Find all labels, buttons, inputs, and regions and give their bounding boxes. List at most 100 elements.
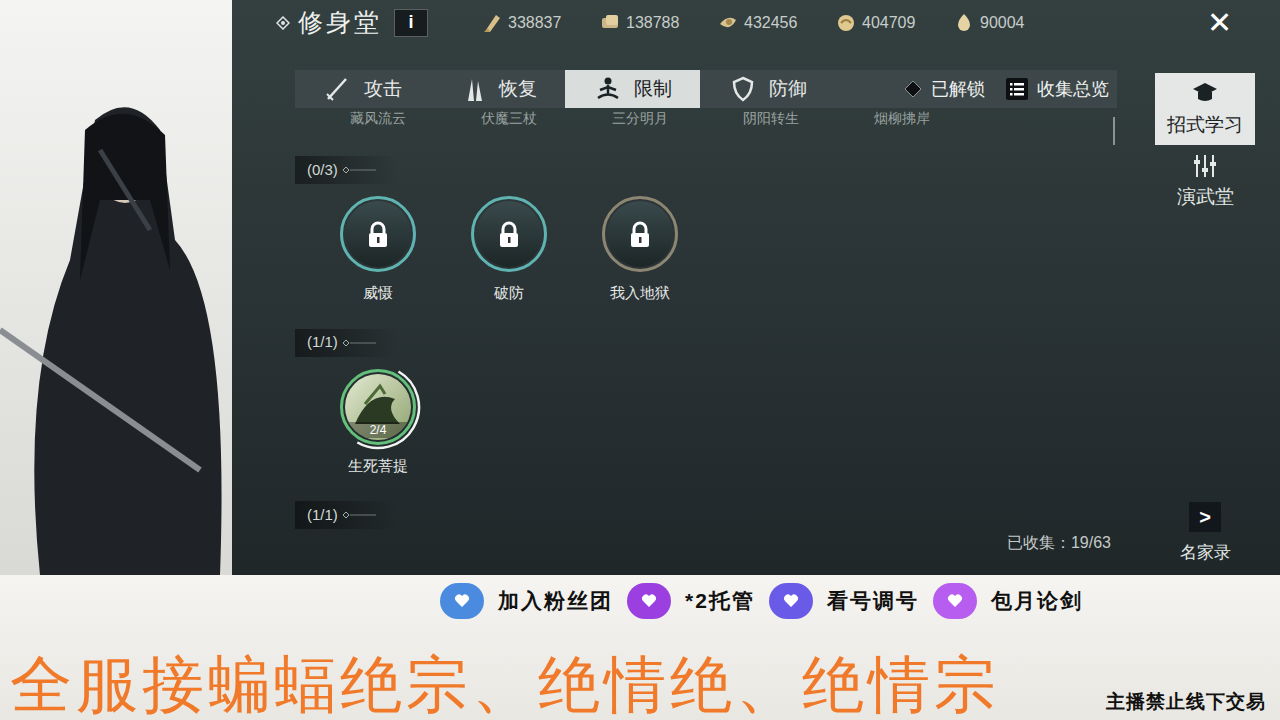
next-button[interactable]: > <box>1189 502 1221 532</box>
currency-item: 338837 <box>482 11 600 35</box>
currency-icon <box>954 12 976 34</box>
category-tab[interactable]: 恢复 <box>430 70 565 108</box>
overlay-badge-icon <box>769 583 813 619</box>
side-nav-label: 招式学习 <box>1167 111 1243 140</box>
overlay-button[interactable]: 看号调号 <box>769 583 919 619</box>
filter-button[interactable]: 已解锁 <box>903 76 985 103</box>
side-nav-item[interactable]: 演武堂 <box>1155 145 1255 217</box>
currency-icon <box>600 12 622 34</box>
tab-icon <box>459 75 487 103</box>
overlay-button[interactable]: 加入粉丝团 <box>440 583 613 619</box>
lock-icon <box>624 218 656 250</box>
tab-icon <box>729 75 757 103</box>
overlay-badge-icon <box>933 583 977 619</box>
skill-icon <box>607 201 673 267</box>
divider-icon <box>342 166 378 174</box>
overlay-button-label: 加入粉丝团 <box>498 585 613 617</box>
skill-item[interactable]: 2/4生死菩提 <box>328 369 428 478</box>
title-group: 修身堂 i <box>276 9 482 37</box>
divider-icon <box>342 511 378 519</box>
skill-item[interactable]: 我入地狱 <box>590 196 690 305</box>
heart-icon <box>782 592 800 610</box>
skill-icon <box>476 201 542 267</box>
group-count: (0/3) <box>307 159 338 182</box>
overlay-badge-icon <box>440 583 484 619</box>
tab-bar: 攻击 恢复限制防御 已解锁 收集总览 <box>295 70 1117 108</box>
diamond-icon <box>276 16 290 30</box>
category-tab[interactable]: 防御 <box>700 70 835 108</box>
overlay-button[interactable]: 包月论剑 <box>933 583 1083 619</box>
skill-icon: 2/4 <box>345 374 411 440</box>
scholar-hat-icon <box>1189 79 1221 109</box>
currency-icon <box>482 12 504 34</box>
info-button[interactable]: i <box>394 9 428 37</box>
skill-name: 烟柳拂岸 <box>852 110 952 126</box>
sliders-icon <box>1189 151 1221 181</box>
filter-button[interactable]: 收集总览 <box>1005 76 1109 103</box>
stream-overlay: 加入粉丝团 *2托管 看号调号包月论剑全服接蝙蝠绝宗、绝情绝、绝情宗主播禁止线下交易 <box>0 575 1280 720</box>
overlay-button[interactable]: *2托管 <box>627 583 755 619</box>
tab-icon <box>594 75 622 103</box>
tab-label: 恢复 <box>499 75 537 104</box>
group-count: (1/1) <box>307 504 338 527</box>
tab-icon <box>324 75 352 103</box>
side-nav-item[interactable]: 招式学习 <box>1155 73 1255 145</box>
skill-icon-frame[interactable]: 2/4 <box>340 369 416 445</box>
skill-progress: 2/4 <box>345 422 411 438</box>
overlay-badge-icon <box>627 583 671 619</box>
top-area: 修身堂 i 338837 138788 432456 404709 90004 ✕ 攻击 恢复限… <box>0 0 1280 575</box>
category-tab[interactable]: 攻击 <box>295 70 430 108</box>
currency-item: 138788 <box>600 11 718 35</box>
top-bar: 修身堂 i 338837 138788 432456 404709 90004 ✕ <box>232 0 1280 45</box>
main-content: 攻击恢复限制防御已解锁收集总览藏风流云伏魔三杖三分明月阴阳转生烟柳拂岸(0/3)… <box>232 45 1117 575</box>
skill-row: 2/4生死菩提 <box>295 369 1117 478</box>
skill-item[interactable]: 破防 <box>459 196 559 305</box>
group-count: (1/1) <box>307 331 338 354</box>
group-header: (1/1) <box>295 501 397 529</box>
skill-name: 三分明月 <box>590 110 690 126</box>
overlay-buttons: 加入粉丝团 *2托管 看号调号包月论剑 <box>0 575 1280 619</box>
side-nav-label: 演武堂 <box>1177 183 1234 212</box>
scrollbar[interactable] <box>1113 117 1115 145</box>
filter-label: 收集总览 <box>1037 76 1109 103</box>
game-panel: 修身堂 i 338837 138788 432456 404709 90004 ✕ 攻击 恢复限… <box>232 0 1280 575</box>
heart-icon <box>453 592 471 610</box>
currency-value: 90004 <box>980 11 1025 35</box>
skill-name: 我入地狱 <box>610 282 670 305</box>
currency-item: 404709 <box>836 11 954 35</box>
character-art <box>0 0 232 575</box>
group-header: (0/3) <box>295 156 397 184</box>
skill-icon-frame[interactable] <box>471 196 547 272</box>
skill-row: 威慑 破防 我入地狱 <box>295 196 1117 305</box>
divider-icon <box>342 339 378 347</box>
skill-icon-frame[interactable] <box>602 196 678 272</box>
character-figure-icon <box>0 0 232 575</box>
skill-name: 破防 <box>494 282 524 305</box>
skill-icon-frame[interactable] <box>340 196 416 272</box>
skill-level-ring <box>335 364 421 450</box>
currency-value: 404709 <box>862 11 915 35</box>
list-icon <box>1005 77 1029 101</box>
skill-name: 伏魔三杖 <box>459 110 559 126</box>
diamond-icon <box>903 79 923 99</box>
screen: 修身堂 i 338837 138788 432456 404709 90004 ✕ 攻击 恢复限… <box>0 0 1280 720</box>
overlay-text-row: 全服接蝙蝠绝宗、绝情绝、绝情宗主播禁止线下交易 <box>0 654 1280 720</box>
side-nav: 招式学习演武堂 > 名家录 <box>1155 45 1255 575</box>
panel-title: 修身堂 <box>298 10 382 35</box>
famous-link[interactable]: 名家录 <box>1155 540 1255 566</box>
lock-icon <box>362 218 394 250</box>
collected-count: 已收集：19/63 <box>1007 531 1111 555</box>
currency-value: 138788 <box>626 11 679 35</box>
skill-item[interactable]: 威慑 <box>328 196 428 305</box>
close-button[interactable]: ✕ <box>1207 8 1232 38</box>
filter-group: 已解锁 收集总览 <box>903 70 1117 108</box>
currency-icon <box>718 12 740 34</box>
skill-name: 藏风流云 <box>328 110 428 126</box>
skill-name: 威慑 <box>363 282 393 305</box>
overlay-button-label: 看号调号 <box>827 585 919 617</box>
category-tab[interactable]: 限制 <box>565 70 700 108</box>
currency-value: 432456 <box>744 11 797 35</box>
overlay-banner: 全服接蝙蝠绝宗、绝情绝、绝情宗 <box>10 654 1000 716</box>
overlay-button-label: *2托管 <box>685 585 755 617</box>
skill-name-row: 藏风流云伏魔三杖三分明月阴阳转生烟柳拂岸 <box>295 110 1117 126</box>
